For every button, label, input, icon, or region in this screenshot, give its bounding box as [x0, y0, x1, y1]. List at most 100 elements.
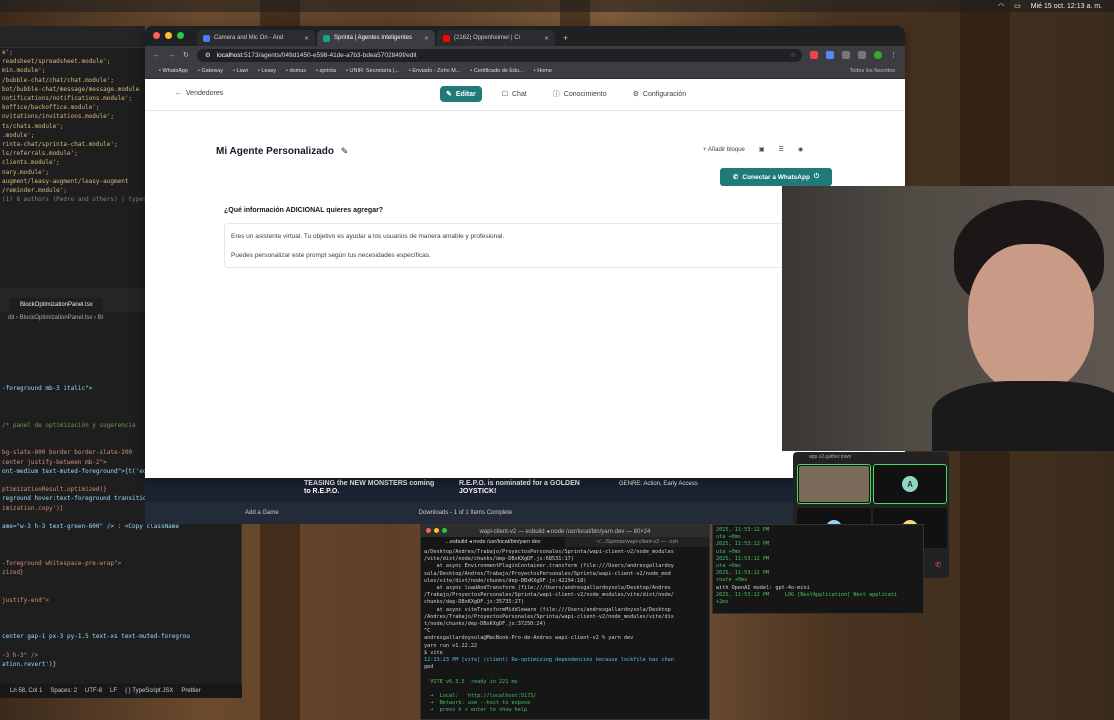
url-path: :5173/agents/049d1450-e598-41de-a7b3-bde… — [242, 51, 417, 59]
forward-arrow-icon[interactable]: → — [168, 52, 175, 59]
terminal-line: 2025, 11:53:12 PM — [716, 555, 770, 562]
close-window-button[interactable] — [153, 32, 160, 39]
browser-tab[interactable]: Camera and Mic On - And ✕ — [197, 30, 315, 46]
extension-icon[interactable] — [810, 51, 818, 59]
tab-editar[interactable]: ✎ Editar — [440, 86, 482, 102]
code-editor-top[interactable]: e'; readsheet/spreadsheet.module'; min.mod… — [0, 26, 145, 288]
eye-icon[interactable]: ◉ — [798, 146, 803, 153]
terminal-tab[interactable]: ...esbuild ◂ node /usr/local/bin/yarn de… — [421, 537, 565, 547]
game-launcher: TEASING the NEW MONSTERS coming to R.E.P… — [145, 478, 795, 524]
site-info-icon[interactable]: ⚙ — [205, 51, 211, 59]
tab-label: Chat — [512, 90, 527, 98]
terminal-window-right[interactable]: 2025, 11:53:12 PM uta +0ms 2025, 11:53:12 … — [712, 524, 924, 614]
participant-tile[interactable]: A — [873, 464, 947, 504]
terminal-titlebar: wapi-client-v2 — esbuild ◂ node /usr/loc… — [421, 525, 709, 537]
close-tab-icon[interactable]: ✕ — [304, 35, 309, 42]
bookmark-item[interactable]: Enviado - Zoho M... — [409, 68, 460, 74]
extension-icon[interactable] — [842, 51, 850, 59]
code-line: clients.module'; — [2, 159, 60, 167]
terminal-line: at async loadAndTransform (file:///Users… — [424, 585, 671, 592]
terminal-title: wapi-client-v2 — esbuild ◂ node /usr/loc… — [479, 528, 651, 535]
browser-tab-active[interactable]: Sprinta | Agentes Inteligentes ✕ — [317, 30, 435, 46]
close-tab-icon[interactable]: ✕ — [424, 35, 429, 42]
terminal-line: chunks/dep-DBxKXgDF.js:35735:27) — [424, 599, 524, 606]
bookmarks-bar: WhatsApp Gateway Lawi Leasy domus sprinta UNIR… — [145, 64, 905, 79]
add-game-button[interactable]: Add a Game — [245, 510, 279, 516]
minimize-window-button[interactable] — [434, 528, 439, 533]
bookmark-item[interactable]: Leasy — [258, 68, 276, 74]
url-field[interactable]: ⚙ localhost :5173/agents/049d1450-e598-4… — [196, 48, 802, 62]
back-arrow-icon[interactable]: ← — [153, 52, 160, 59]
clock[interactable]: Mié 15 oct. 12:13 a. m. — [1031, 3, 1102, 10]
wifi-icon[interactable]: ◠ — [998, 2, 1004, 10]
menu-kebab-icon[interactable]: ⋮ — [890, 51, 897, 59]
code-line: ation.revert')} — [2, 661, 57, 669]
terminal-line: yarn run v1.22.22 — [424, 642, 478, 649]
participant-tile[interactable] — [797, 464, 871, 504]
bookmark-item[interactable]: WhatsApp — [159, 68, 187, 74]
add-block-button[interactable]: + Añadir bloque — [703, 147, 745, 153]
bookmark-item[interactable]: UNIR: Secretaría |... — [346, 68, 399, 74]
code-line: justify-end"> — [2, 596, 49, 604]
zoom-window-button[interactable] — [177, 32, 184, 39]
bookmark-star-icon[interactable]: ☆ — [790, 51, 796, 59]
participant-avatar: A — [902, 476, 918, 492]
status-item[interactable]: LF — [110, 688, 117, 694]
tab-favicon-icon — [203, 34, 210, 42]
tab-conocimiento[interactable]: ⓘ Conocimiento — [547, 85, 613, 103]
all-bookmarks-folder[interactable]: Todos los favoritos — [849, 68, 895, 74]
tab-chat[interactable]: ☐ Chat — [496, 86, 533, 102]
browser-tabstrip: Camera and Mic On - And ✕ Sprinta | Agent… — [145, 26, 905, 46]
leave-call-icon[interactable]: ✆ — [935, 561, 941, 569]
bookmark-item[interactable]: Certificado de Edu... — [470, 68, 524, 74]
close-window-button[interactable] — [426, 528, 431, 533]
extension-icon[interactable] — [826, 51, 834, 59]
save-icon[interactable]: ▣ — [759, 146, 765, 153]
bookmark-item[interactable]: Lawi — [233, 68, 248, 74]
menu-bar: ◠ ▭ Mié 15 oct. 12:13 a. m. — [0, 0, 1114, 12]
connect-whatsapp-button[interactable]: ✆ Conectar a WhatsApp ⏻ — [720, 168, 832, 186]
terminal-line: 12:13:23 PM [vite] (client) Re-optimizin… — [424, 657, 674, 664]
news-banner[interactable]: R.E.P.O. is nominated for a GOLDEN JOYST… — [455, 478, 605, 498]
close-tab-icon[interactable]: ✕ — [544, 35, 549, 42]
downloads-status[interactable]: Downloads - 1 of 1 Items Complete — [419, 510, 513, 516]
status-item[interactable]: Spaces: 2 — [50, 688, 77, 694]
reload-icon[interactable]: ↻ — [183, 51, 189, 59]
agent-title-text: Mi Agente Personalizado — [216, 146, 334, 157]
editor-tabbar — [0, 26, 145, 48]
code-line: -foreground whitespace-pre-wrap"> — [2, 559, 122, 567]
browser-tab[interactable]: (2162) Oppenheimer | Ci ✕ — [437, 30, 555, 46]
bookmark-item[interactable]: Home — [534, 68, 552, 74]
new-tab-button[interactable]: + — [557, 33, 574, 46]
editor-tab[interactable]: BlockOptimizationPanel.tsx — [10, 298, 103, 312]
terminal-window-controls — [426, 528, 447, 533]
terminal-tab[interactable]: ~/.../Sprinta/wapi-client-v2 — -zsh — [565, 537, 709, 547]
profile-avatar[interactable] — [874, 51, 882, 59]
terminal-output: a/Desktop/Andres/Trabajo/ProyectosPerson… — [421, 547, 709, 717]
status-item[interactable]: UTF-8 — [85, 688, 102, 694]
pencil-icon[interactable]: ✎ — [341, 146, 349, 156]
bookmark-item[interactable]: domus — [286, 68, 307, 74]
status-item[interactable]: { } TypeScript JSX — [125, 688, 173, 694]
zoom-window-button[interactable] — [442, 528, 447, 533]
list-icon[interactable]: ☰ — [779, 146, 784, 153]
tab-icon: ⓘ — [552, 91, 560, 98]
terminal-window[interactable]: wapi-client-v2 — esbuild ◂ node /usr/loc… — [420, 524, 710, 720]
code-line: koffice/backoffice.module'; — [2, 104, 100, 112]
url-host: localhost — [216, 51, 243, 59]
bookmark-item[interactable]: sprinta — [316, 68, 337, 74]
plug-icon: ⏻ — [813, 173, 820, 180]
minimize-window-button[interactable] — [165, 32, 172, 39]
extension-icon[interactable] — [858, 51, 866, 59]
terminal-line: sola/Desktop/Andres/Trabajo/ProyectosPer… — [424, 570, 671, 577]
status-item[interactable]: Prettier — [181, 688, 200, 694]
tab-configuración[interactable]: ⚙ Configuración — [627, 86, 692, 102]
news-banner[interactable]: TEASING the NEW MONSTERS coming to R.E.P… — [300, 478, 440, 498]
status-item[interactable]: Ln 58, Col 1 — [10, 688, 42, 694]
battery-icon[interactable]: ▭ — [1014, 2, 1021, 10]
bookmark-item[interactable]: Gateway — [198, 68, 223, 74]
back-link[interactable]: ← Vendedores — [175, 90, 223, 97]
